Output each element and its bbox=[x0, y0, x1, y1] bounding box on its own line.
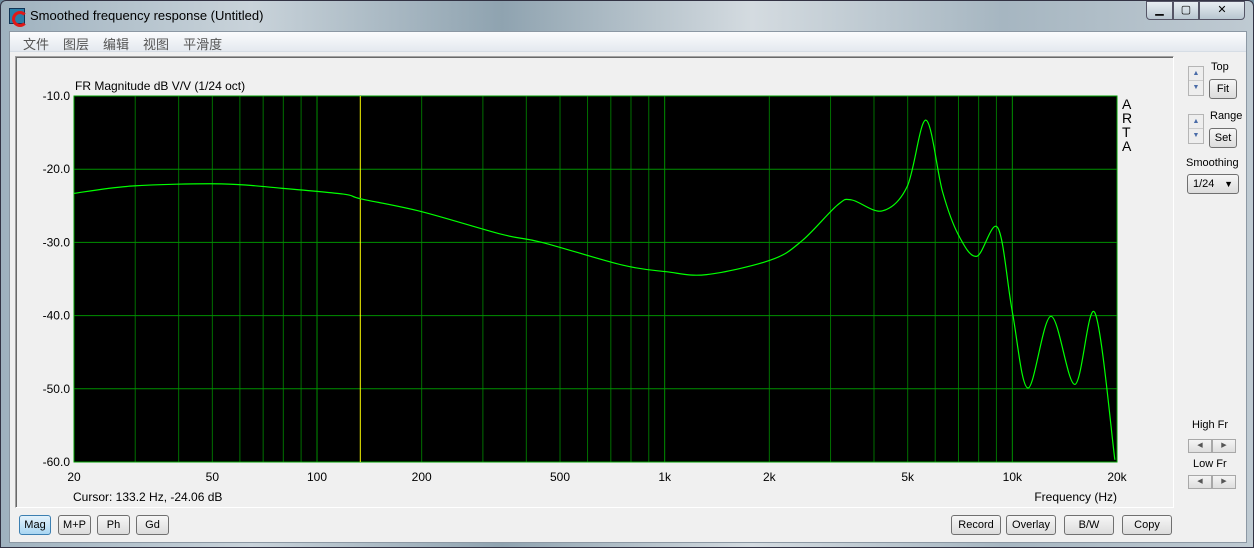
chart-title: FR Magnitude dB V/V (1/24 oct) bbox=[75, 79, 245, 93]
client-area: 文件 图层 编辑 视图 平滑度 -10.0 -20.0 -30.0 -40.0 -50.… bbox=[9, 31, 1247, 543]
cursor-readout: Cursor: 133.2 Hz, -24.06 dB bbox=[73, 490, 222, 504]
window-title: Smoothed frequency response (Untitled) bbox=[30, 8, 264, 23]
close-button[interactable]: ✕ bbox=[1199, 1, 1245, 20]
x-tick-label: 1k bbox=[658, 470, 672, 484]
smoothing-label: Smoothing bbox=[1186, 157, 1239, 169]
mp-button[interactable]: M+P bbox=[58, 515, 91, 535]
minimize-button[interactable]: ▁ bbox=[1146, 1, 1173, 20]
up-arrow-icon[interactable]: ▲ bbox=[1189, 115, 1203, 129]
maximize-icon: ▢ bbox=[1180, 4, 1192, 16]
x-tick-label: 500 bbox=[550, 470, 570, 484]
y-tick-label: -10.0 bbox=[43, 89, 71, 103]
x-tick-label: 100 bbox=[307, 470, 327, 484]
chevron-down-icon: ▼ bbox=[1224, 179, 1233, 189]
down-arrow-icon[interactable]: ▼ bbox=[1189, 129, 1203, 143]
fit-button[interactable]: Fit bbox=[1209, 79, 1237, 99]
menu-file[interactable]: 文件 bbox=[16, 32, 56, 52]
overlay-button[interactable]: Overlay bbox=[1006, 515, 1056, 535]
smoothing-select[interactable]: 1/24 ▼ bbox=[1187, 174, 1239, 194]
plot-area bbox=[74, 96, 1117, 462]
record-button[interactable]: Record bbox=[951, 515, 1001, 535]
ph-button[interactable]: Ph bbox=[97, 515, 130, 535]
x-tick-label: 2k bbox=[763, 470, 777, 484]
high-fr-left-button[interactable]: ◀ bbox=[1188, 439, 1212, 453]
set-button[interactable]: Set bbox=[1209, 128, 1237, 148]
x-tick-label: 20 bbox=[67, 470, 81, 484]
x-tick-label: 200 bbox=[412, 470, 432, 484]
x-tick-label: 10k bbox=[1003, 470, 1023, 484]
y-tick-label: -60.0 bbox=[43, 455, 71, 469]
arta-watermark-letter: A bbox=[1122, 138, 1132, 154]
top-label: Top bbox=[1211, 61, 1229, 73]
x-axis-label: Frequency (Hz) bbox=[1034, 490, 1117, 504]
y-tick-label: -20.0 bbox=[43, 162, 71, 176]
low-fr-left-button[interactable]: ◀ bbox=[1188, 475, 1212, 489]
x-tick-label: 50 bbox=[206, 470, 220, 484]
app-logo-icon bbox=[9, 8, 28, 27]
up-arrow-icon[interactable]: ▲ bbox=[1189, 67, 1203, 81]
right-arrow-icon: ▶ bbox=[1221, 478, 1227, 485]
x-tick-label: 5k bbox=[901, 470, 915, 484]
y-tick-label: -30.0 bbox=[43, 235, 71, 249]
maximize-button[interactable]: ▢ bbox=[1173, 1, 1199, 20]
range-spinner[interactable]: ▲ ▼ bbox=[1188, 114, 1204, 144]
frequency-response-chart[interactable]: -10.0 -20.0 -30.0 -40.0 -50.0 -60.020 50 100 200… bbox=[16, 57, 1173, 507]
left-arrow-icon: ◀ bbox=[1197, 442, 1203, 449]
y-tick-label: -40.0 bbox=[43, 309, 71, 323]
top-spinner[interactable]: ▲ ▼ bbox=[1188, 66, 1204, 96]
menu-smoothing[interactable]: 平滑度 bbox=[176, 32, 229, 52]
gd-button[interactable]: Gd bbox=[136, 515, 169, 535]
title-bar: Smoothed frequency response (Untitled) ▁… bbox=[1, 1, 1253, 31]
range-label: Range bbox=[1210, 110, 1243, 122]
close-icon: ✕ bbox=[1217, 4, 1227, 16]
low-fr-label: Low Fr bbox=[1193, 458, 1227, 470]
minimize-icon: ▁ bbox=[1155, 4, 1164, 16]
menu-bar: 文件 图层 编辑 视图 平滑度 bbox=[10, 32, 1246, 52]
high-fr-right-button[interactable]: ▶ bbox=[1212, 439, 1236, 453]
bw-button[interactable]: B/W bbox=[1064, 515, 1114, 535]
menu-layer[interactable]: 图层 bbox=[56, 32, 96, 52]
menu-edit[interactable]: 编辑 bbox=[96, 32, 136, 52]
right-arrow-icon: ▶ bbox=[1221, 442, 1227, 449]
x-tick-label: 20k bbox=[1107, 470, 1127, 484]
copy-button[interactable]: Copy bbox=[1122, 515, 1172, 535]
y-tick-label: -50.0 bbox=[43, 382, 71, 396]
menu-view[interactable]: 视图 bbox=[136, 32, 176, 52]
app-window: Smoothed frequency response (Untitled) ▁… bbox=[0, 0, 1254, 548]
plot-panel: -10.0 -20.0 -30.0 -40.0 -50.0 -60.0 20 50 100 200… bbox=[15, 56, 1174, 508]
smoothing-value: 1/24 bbox=[1193, 178, 1215, 190]
low-fr-right-button[interactable]: ▶ bbox=[1212, 475, 1236, 489]
high-fr-label: High Fr bbox=[1192, 419, 1229, 431]
down-arrow-icon[interactable]: ▼ bbox=[1189, 81, 1203, 95]
left-arrow-icon: ◀ bbox=[1197, 478, 1203, 485]
mag-button[interactable]: Mag bbox=[19, 515, 51, 535]
